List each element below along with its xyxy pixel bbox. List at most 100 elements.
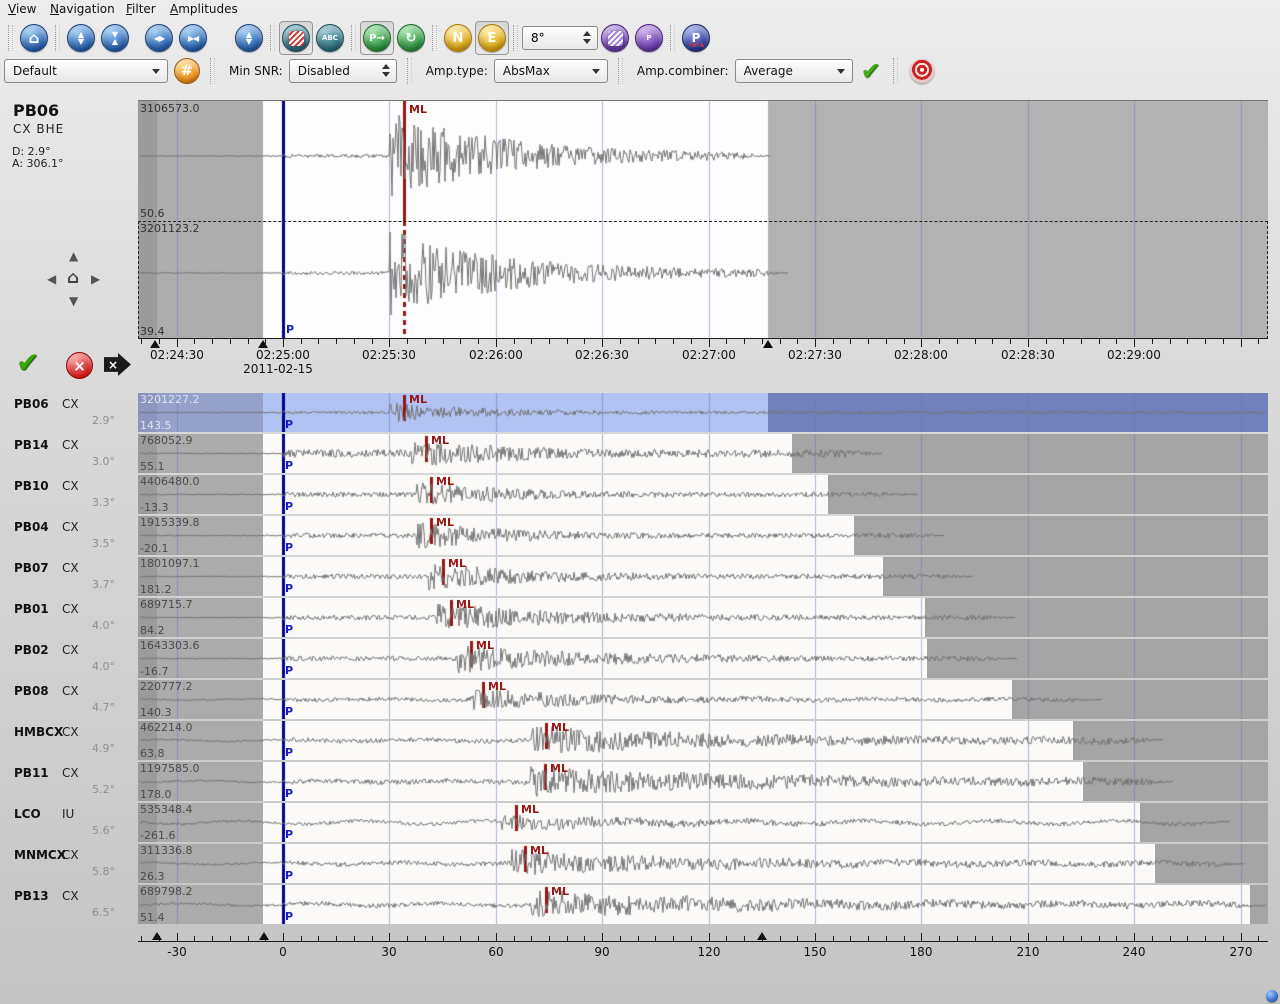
amplitude-zoom-button[interactable]: ▲▼ — [64, 21, 98, 55]
station-trace-area[interactable]: 1915339.8-20.1PML — [138, 516, 1268, 555]
p-pick-label[interactable]: P — [285, 910, 293, 923]
nav-down-button[interactable]: ▼ — [69, 294, 78, 308]
station-row-pb13[interactable]: PB13CX6.5°689798.251.4PML — [0, 885, 1280, 924]
time-zoom-in-button[interactable]: ▶◀ — [176, 21, 210, 55]
station-row-pb01[interactable]: PB01CX4.0°689715.784.2PML — [0, 598, 1280, 637]
p-pick-label[interactable]: P — [285, 459, 293, 472]
p-pick-label[interactable]: P — [285, 582, 293, 595]
menu-filter[interactable]: Filter — [126, 2, 156, 16]
spinner-arrows-icon[interactable] — [382, 64, 390, 77]
time-window-marker[interactable] — [258, 340, 268, 348]
commit-amplitudes-button[interactable]: ✔ — [861, 57, 881, 85]
menu-amplitudes[interactable]: Amplitudes — [170, 2, 238, 16]
menu-view[interactable]: View — [8, 2, 36, 16]
ml-pick-label[interactable]: ML — [436, 475, 454, 488]
ml-pick-label[interactable]: ML — [431, 434, 449, 447]
annotation-abc-button[interactable]: ABC — [313, 21, 347, 55]
ml-pick-label[interactable]: ML — [409, 103, 427, 116]
station-trace-area[interactable]: 1197585.0178.0PML — [138, 762, 1268, 801]
component-e-button[interactable]: E — [475, 21, 509, 55]
p-pick-label[interactable]: P — [285, 869, 293, 882]
ml-pick-label[interactable]: ML — [488, 680, 506, 693]
measure-button[interactable] — [598, 21, 632, 55]
station-trace-area[interactable]: 4406480.0-13.3PML — [138, 475, 1268, 514]
station-row-pb06[interactable]: PB06CX2.9°3201227.2143.5PML — [0, 393, 1280, 432]
station-row-pb07[interactable]: PB07CX3.7°1801097.1181.2PML — [0, 557, 1280, 596]
p-pick-label[interactable]: P — [285, 500, 293, 513]
p-pick-label[interactable]: P — [285, 787, 293, 800]
p-pick-label[interactable]: P — [285, 705, 293, 718]
min-snr-spinbox[interactable]: Disabled — [289, 59, 397, 83]
home-button[interactable]: ⌂ — [17, 21, 51, 55]
station-row-pb11[interactable]: PB11CX5.2°1197585.0178.0PML — [0, 762, 1280, 801]
ml-pick-label[interactable]: ML — [409, 393, 427, 406]
p-waveform-button[interactable]: P — [679, 21, 713, 55]
amp-combiner-combobox[interactable]: Average — [735, 59, 853, 83]
station-row-pb14[interactable]: PB14CX3.0°768052.955.1PML — [0, 434, 1280, 473]
time-window-marker[interactable] — [757, 932, 767, 940]
nav-up-button[interactable]: ▲ — [69, 249, 78, 263]
amplitude-min-value: 55.1 — [140, 460, 165, 473]
component-n-button[interactable]: N — [441, 21, 475, 55]
station-row-pb04[interactable]: PB04CX3.5°1915339.8-20.1PML — [0, 516, 1280, 555]
profile-combobox[interactable]: Default — [4, 59, 168, 83]
station-trace-area[interactable]: 1643303.6-16.7PML — [138, 639, 1268, 678]
recompute-button[interactable]: ↻ — [394, 21, 428, 55]
station-row-pb08[interactable]: PB08CX4.7°220777.2140.3PML — [0, 680, 1280, 719]
ml-pick-label[interactable]: ML — [436, 516, 454, 529]
p-pick-label[interactable]: P — [285, 664, 293, 677]
ml-pick-label[interactable]: ML — [476, 639, 494, 652]
station-row-lco[interactable]: LCOIU5.6°535348.4-261.6PML — [0, 803, 1280, 842]
p-pick-label[interactable]: P — [285, 746, 293, 759]
station-trace-area[interactable]: 311336.826.3PML — [138, 844, 1268, 883]
amplitude-restore-button[interactable]: ▲▼ — [232, 21, 266, 55]
ml-pick-label[interactable]: ML — [521, 803, 539, 816]
accept-button[interactable]: ✔ — [16, 346, 39, 379]
station-row-hmbcx[interactable]: HMBCXCX4.9°462214.063.8PML — [0, 721, 1280, 760]
magnitude-target-button[interactable] — [910, 59, 934, 83]
station-row-pb10[interactable]: PB10CX3.3°4406480.0-13.3PML — [0, 475, 1280, 514]
hash-button[interactable]: # — [174, 58, 200, 84]
axis-date-label: 2011-02-15 — [243, 362, 313, 376]
menu-navigation[interactable]: Navigation — [50, 2, 115, 16]
erase-pick-button[interactable]: P — [632, 21, 666, 55]
resize-grip[interactable] — [1266, 990, 1278, 1002]
ruler-button[interactable] — [279, 21, 313, 55]
station-trace-area[interactable]: 220777.2140.3PML — [138, 680, 1268, 719]
close-export-button[interactable]: × — [104, 353, 131, 376]
p-pick-label[interactable]: P — [285, 541, 293, 554]
spinner-arrows-icon[interactable] — [583, 31, 591, 44]
nav-right-button[interactable]: ▶ — [91, 272, 100, 286]
ml-pick-label[interactable]: ML — [456, 598, 474, 611]
time-window-marker[interactable] — [150, 340, 160, 348]
station-row-mnmcx[interactable]: MNMCXCX5.8°311336.826.3PML — [0, 844, 1280, 883]
station-trace-area[interactable]: 462214.063.8PML — [138, 721, 1268, 760]
zoom-trace-panel[interactable]: 3106573.0 50.6 3201123.2 39.4 ML P — [138, 100, 1268, 339]
time-window-marker[interactable] — [152, 932, 162, 940]
station-trace-area[interactable]: 3201227.2143.5PML — [138, 393, 1268, 432]
time-window-marker[interactable] — [259, 932, 269, 940]
ml-pick-label[interactable]: ML — [448, 557, 466, 570]
rotation-angle-spinbox[interactable]: 8° — [522, 26, 598, 50]
station-trace-area[interactable]: 768052.955.1PML — [138, 434, 1268, 473]
time-zoom-out-button[interactable]: ◀▶ — [142, 21, 176, 55]
reject-button[interactable]: × — [66, 352, 93, 379]
amp-type-combobox[interactable]: AbsMax — [494, 59, 608, 83]
amplitude-fit-button[interactable]: ▼▲ — [98, 21, 132, 55]
station-trace-area[interactable]: 535348.4-261.6PML — [138, 803, 1268, 842]
ml-pick-label[interactable]: ML — [551, 721, 569, 734]
ml-pick-label[interactable]: ML — [551, 885, 569, 898]
ml-pick-label[interactable]: ML — [530, 844, 548, 857]
time-window-marker[interactable] — [763, 340, 773, 348]
nav-left-button[interactable]: ◀ — [47, 272, 56, 286]
p-pick-label[interactable]: P — [285, 418, 293, 431]
station-trace-area[interactable]: 689715.784.2PML — [138, 598, 1268, 637]
p-pick-label[interactable]: P — [285, 828, 293, 841]
station-trace-area[interactable]: 1801097.1181.2PML — [138, 557, 1268, 596]
station-row-pb02[interactable]: PB02CX4.0°1643303.6-16.7PML — [0, 639, 1280, 678]
nav-home-button[interactable]: ⌂ — [67, 268, 79, 288]
pick-p-button[interactable]: P→ — [360, 21, 394, 55]
ml-pick-label[interactable]: ML — [550, 762, 568, 775]
p-pick-label[interactable]: P — [285, 623, 293, 636]
station-trace-area[interactable]: 689798.251.4PML — [138, 885, 1268, 924]
